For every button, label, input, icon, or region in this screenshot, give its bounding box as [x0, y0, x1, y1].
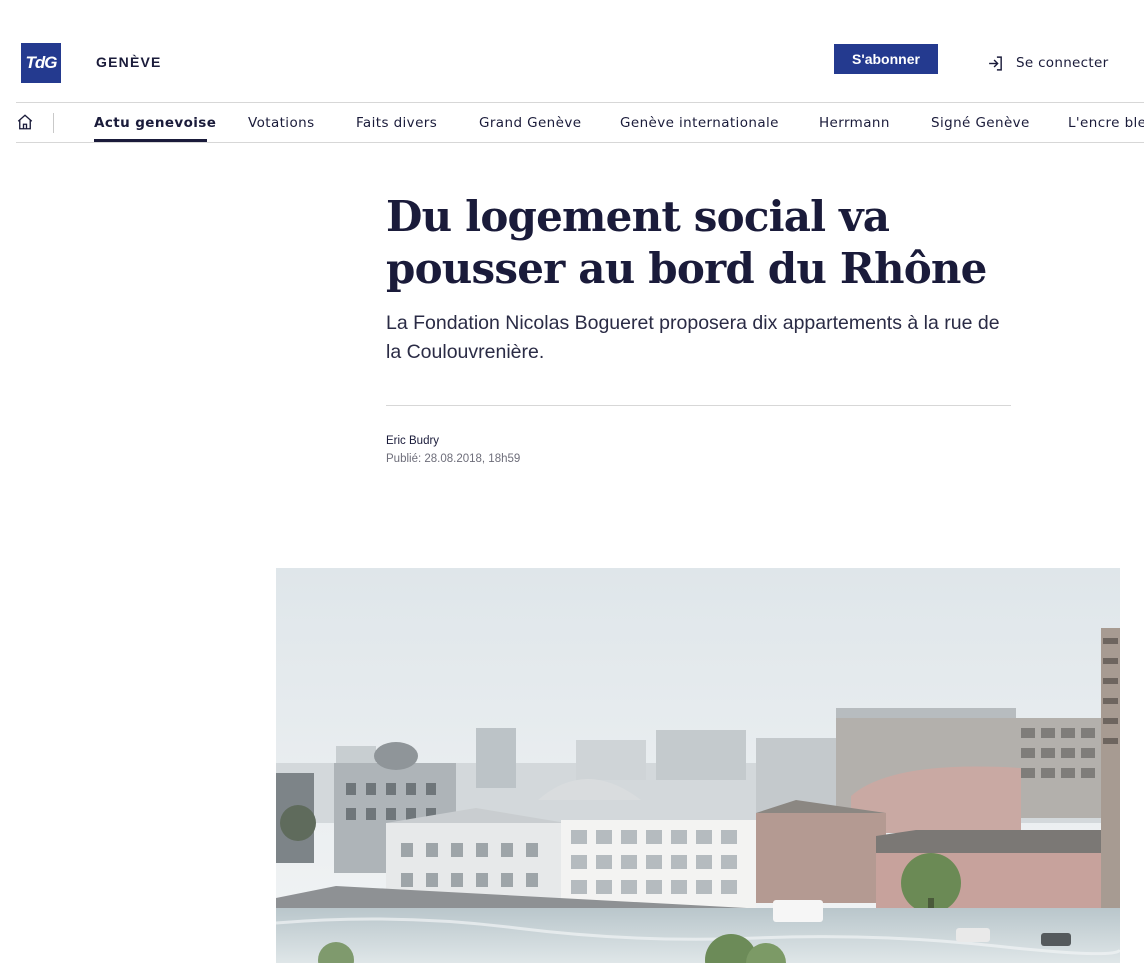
main-nav: Actu genevoise Votations Faits divers Gr…	[16, 102, 1144, 143]
article-headline: Du logement social va pousser au bord du…	[386, 192, 987, 293]
nav-item-herrmann[interactable]: Herrmann	[819, 115, 890, 131]
nav-item-actu-genevoise[interactable]: Actu genevoise	[94, 115, 216, 131]
login-icon	[989, 55, 1002, 71]
article-lead: La Fondation Nicolas Bogueret proposera …	[386, 312, 1000, 363]
article-date: Publié: 28.08.2018, 18h59	[386, 453, 521, 465]
nav-item-encre-bleue[interactable]: L'encre ble	[1068, 115, 1144, 131]
subscribe-button[interactable]: S'abonner	[834, 44, 938, 74]
active-tab-indicator	[94, 139, 207, 142]
nav-item-geneve-internationale[interactable]: Genève internationale	[620, 115, 779, 131]
city-riverside-illustration	[276, 568, 1120, 963]
site-logo[interactable]: TdG	[21, 43, 61, 83]
article-hero-image[interactable]	[276, 568, 1120, 963]
login-label: Se connecter	[1016, 55, 1109, 71]
divider	[386, 405, 1011, 406]
nav-item-votations[interactable]: Votations	[248, 115, 315, 131]
nav-item-faits-divers[interactable]: Faits divers	[356, 115, 437, 131]
nav-divider	[53, 113, 54, 133]
section-title[interactable]: GENÈVE	[96, 54, 162, 70]
login-link[interactable]: Se connecter	[987, 52, 1108, 74]
nav-item-grand-geneve[interactable]: Grand Genève	[479, 115, 581, 131]
article-author[interactable]: Eric Budry	[386, 435, 439, 447]
home-icon[interactable]	[16, 113, 34, 131]
nav-item-signe-geneve[interactable]: Signé Genève	[931, 115, 1030, 131]
